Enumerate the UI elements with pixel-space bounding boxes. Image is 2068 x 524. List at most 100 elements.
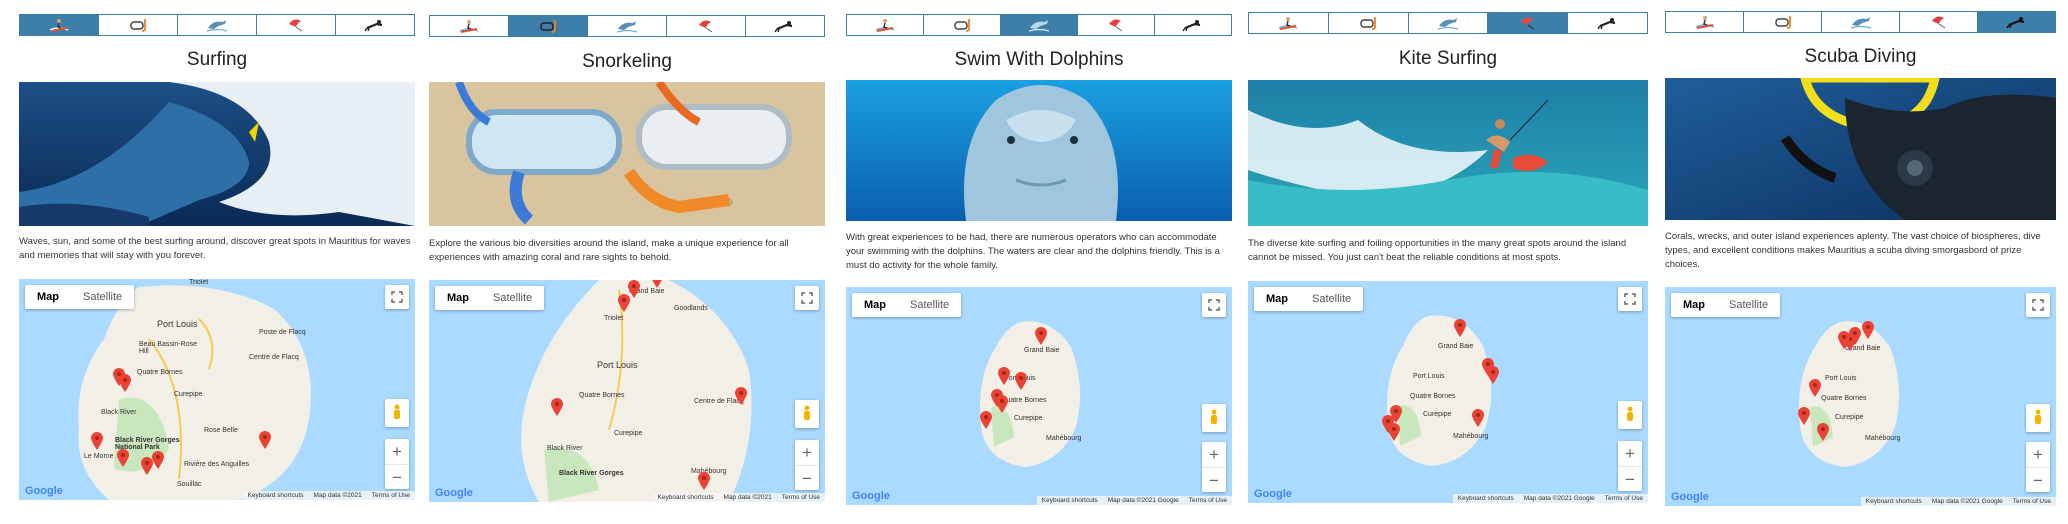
location-marker[interactable] — [117, 449, 129, 467]
place-label: Curepipe — [1423, 411, 1452, 418]
keyboard-shortcuts-link[interactable]: Keyboard shortcuts — [653, 493, 719, 502]
pegman-button[interactable] — [1202, 404, 1226, 432]
tab-dolphins[interactable] — [588, 16, 667, 36]
location-marker[interactable] — [1454, 319, 1466, 337]
terms-of-use-link[interactable]: Terms of Use — [777, 493, 825, 502]
map-view-button[interactable]: Map — [1671, 293, 1717, 317]
map-view-button[interactable]: Map — [852, 293, 898, 317]
location-marker[interactable] — [1798, 407, 1810, 425]
location-marker[interactable] — [1838, 331, 1850, 349]
fullscreen-button[interactable] — [1202, 293, 1226, 317]
zoom-in-button[interactable]: + — [795, 440, 819, 466]
snorkeling-map[interactable]: Map Satellite + − Grand Baie Goodlands Tri… — [429, 280, 825, 502]
tab-scuba-diving[interactable] — [336, 15, 414, 35]
zoom-out-button[interactable]: − — [1618, 467, 1642, 492]
location-marker[interactable] — [1809, 379, 1821, 397]
location-marker[interactable] — [91, 432, 103, 450]
location-marker[interactable] — [698, 472, 710, 490]
keyboard-shortcuts-link[interactable]: Keyboard shortcuts — [1037, 496, 1103, 505]
tab-scuba-diving[interactable] — [1978, 12, 2055, 32]
keyboard-shortcuts-link[interactable]: Keyboard shortcuts — [1861, 497, 1927, 506]
tab-dolphins[interactable] — [1822, 12, 1900, 32]
tab-scuba-diving[interactable] — [746, 16, 824, 36]
zoom-out-button[interactable]: − — [795, 466, 819, 491]
tab-dolphins[interactable] — [178, 15, 257, 35]
location-marker[interactable] — [1472, 409, 1484, 427]
map-view-button[interactable]: Map — [25, 285, 71, 309]
terms-of-use-link[interactable]: Terms of Use — [367, 491, 415, 500]
terms-of-use-link[interactable]: Terms of Use — [1600, 494, 1648, 503]
tab-surfing[interactable] — [1249, 13, 1329, 33]
zoom-in-button[interactable]: + — [1618, 441, 1642, 467]
tab-snorkeling[interactable] — [99, 15, 178, 35]
location-marker[interactable] — [618, 294, 630, 312]
fullscreen-button[interactable] — [795, 286, 819, 310]
zoom-out-button[interactable]: − — [1202, 468, 1226, 493]
satellite-view-button[interactable]: Satellite — [481, 286, 544, 310]
place-label: Rose Belle — [204, 427, 238, 434]
terms-of-use-link[interactable]: Terms of Use — [1184, 496, 1232, 505]
location-marker[interactable] — [735, 387, 747, 405]
location-marker[interactable] — [1817, 423, 1829, 441]
tab-snorkeling[interactable] — [924, 15, 1001, 35]
scuba-diving-map[interactable]: Map Satellite + − Grand Baie Port Louis Qu… — [1665, 287, 2056, 506]
pegman-button[interactable] — [795, 400, 819, 428]
location-marker[interactable] — [1487, 366, 1499, 384]
tab-snorkeling[interactable] — [509, 16, 588, 36]
satellite-view-button[interactable]: Satellite — [1717, 293, 1780, 317]
tab-kite-surfing[interactable] — [1078, 15, 1155, 35]
map-view-button[interactable]: Map — [435, 286, 481, 310]
location-marker[interactable] — [1015, 372, 1027, 390]
location-marker[interactable] — [259, 431, 271, 449]
tab-kite-surfing[interactable] — [1488, 13, 1569, 33]
location-marker[interactable] — [651, 280, 663, 288]
location-marker[interactable] — [996, 395, 1008, 413]
keyboard-shortcuts-link[interactable]: Keyboard shortcuts — [1453, 494, 1519, 503]
activity-description: Waves, sun, and some of the best surfing… — [19, 236, 411, 261]
fullscreen-button[interactable] — [385, 285, 409, 309]
map-view-button[interactable]: Map — [1254, 287, 1300, 311]
kite-surfing-map[interactable]: Map Satellite + − Grand Baie Port Louis Qu… — [1248, 281, 1648, 503]
zoom-in-button[interactable]: + — [385, 439, 409, 465]
location-marker[interactable] — [119, 374, 131, 392]
zoom-in-button[interactable]: + — [2026, 442, 2050, 468]
tab-surfing[interactable] — [1666, 12, 1744, 32]
location-marker[interactable] — [1862, 321, 1874, 339]
fullscreen-button[interactable] — [2026, 293, 2050, 317]
google-logo: Google — [435, 487, 473, 499]
tab-kite-surfing[interactable] — [257, 15, 336, 35]
location-marker[interactable] — [998, 367, 1010, 385]
location-marker[interactable] — [1388, 423, 1400, 441]
pegman-button[interactable] — [1618, 401, 1642, 429]
google-logo: Google — [1671, 491, 1709, 503]
satellite-view-button[interactable]: Satellite — [71, 285, 134, 309]
tab-kite-surfing[interactable] — [1900, 12, 1978, 32]
tab-snorkeling[interactable] — [1329, 13, 1409, 33]
tab-snorkeling[interactable] — [1744, 12, 1822, 32]
dolphins-map[interactable]: Map Satellite + − Grand Baie Port Louis Qu… — [846, 287, 1232, 505]
zoom-in-button[interactable]: + — [1202, 442, 1226, 468]
satellite-view-button[interactable]: Satellite — [1300, 287, 1363, 311]
place-label: Port Louis — [157, 319, 198, 329]
location-marker[interactable] — [1035, 327, 1047, 345]
pegman-button[interactable] — [385, 399, 409, 427]
tab-dolphins[interactable] — [1001, 15, 1078, 35]
location-marker[interactable] — [980, 411, 992, 429]
keyboard-shortcuts-link[interactable]: Keyboard shortcuts — [243, 491, 309, 500]
tab-scuba-diving[interactable] — [1155, 15, 1231, 35]
satellite-view-button[interactable]: Satellite — [898, 293, 961, 317]
tab-scuba-diving[interactable] — [1568, 13, 1647, 33]
pegman-button[interactable] — [2026, 404, 2050, 432]
tab-surfing[interactable] — [20, 15, 99, 35]
zoom-out-button[interactable]: − — [2026, 468, 2050, 493]
tab-kite-surfing[interactable] — [667, 16, 746, 36]
location-marker[interactable] — [551, 398, 563, 416]
tab-surfing[interactable] — [430, 16, 509, 36]
terms-of-use-link[interactable]: Terms of Use — [2008, 497, 2056, 506]
surfing-map[interactable]: Map Satellite + − Triolet Port Louis Beau … — [19, 279, 415, 500]
tab-dolphins[interactable] — [1409, 13, 1489, 33]
zoom-out-button[interactable]: − — [385, 465, 409, 490]
fullscreen-button[interactable] — [1618, 287, 1642, 311]
location-marker[interactable] — [152, 451, 164, 469]
tab-surfing[interactable] — [847, 15, 924, 35]
